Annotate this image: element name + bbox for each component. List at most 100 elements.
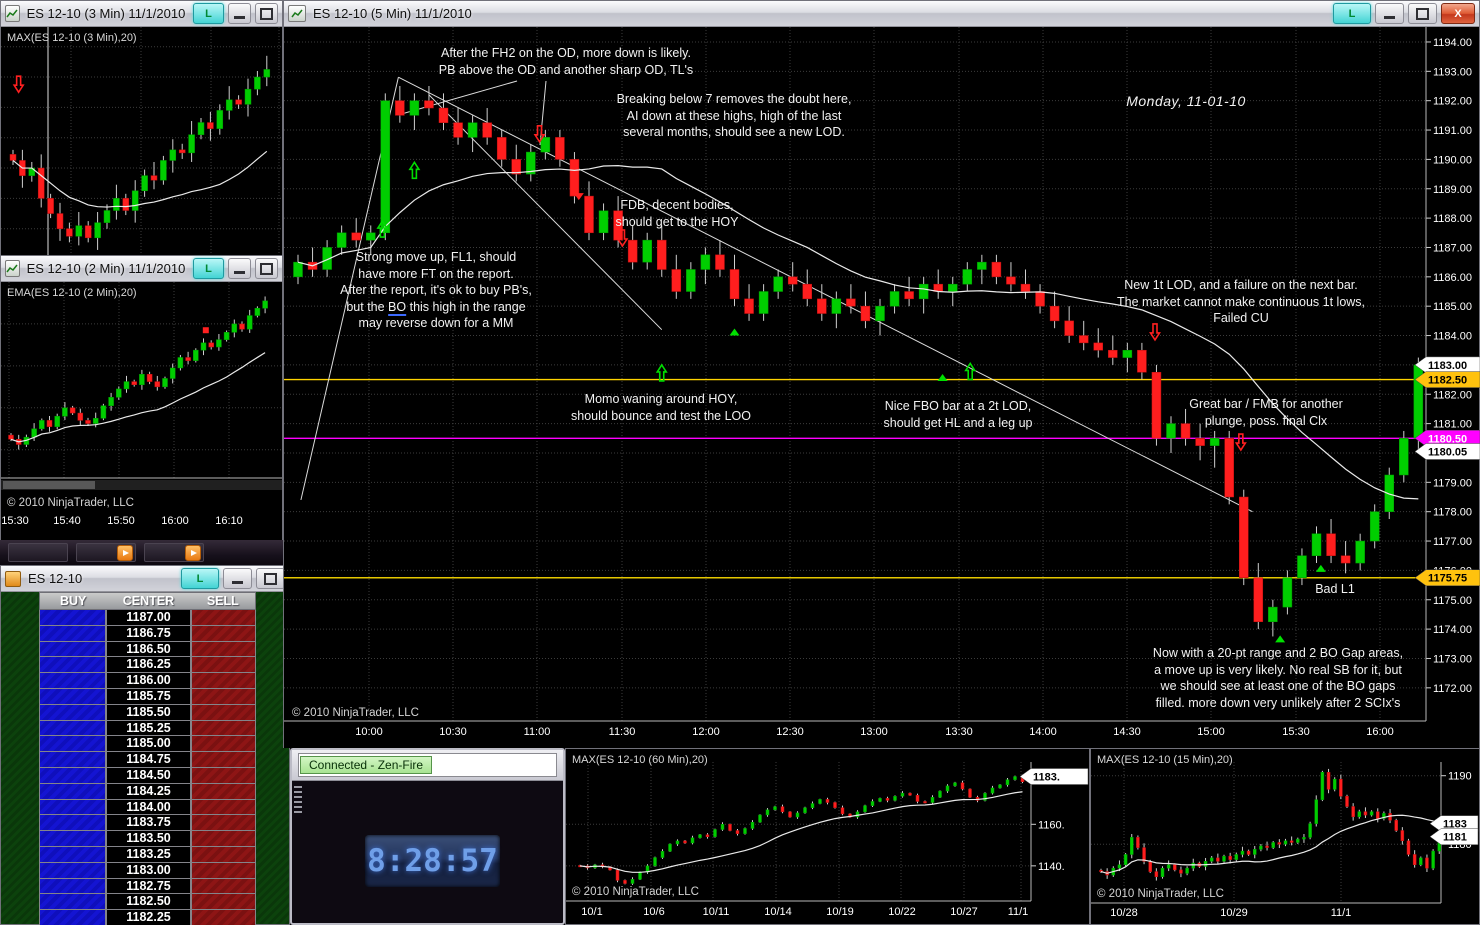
time-axis-label: 15:50 <box>107 515 135 527</box>
maximize-button[interactable] <box>255 258 278 279</box>
dom-sell-cell[interactable] <box>191 673 256 689</box>
price-axis-label: 1190 <box>1448 771 1472 783</box>
dom-price-cell: 1184.00 <box>106 800 191 816</box>
dom-buy-cell[interactable] <box>39 752 106 768</box>
dom-sell-cell[interactable] <box>191 768 256 784</box>
dom-price-cell: 1183.75 <box>106 815 191 831</box>
link-button[interactable]: L <box>1333 3 1371 24</box>
minimize-button[interactable] <box>223 568 252 589</box>
taskbar-thumbnail[interactable] <box>8 543 68 562</box>
dom-buy-cell[interactable] <box>39 847 106 863</box>
dom-buy-cell[interactable] <box>39 610 106 626</box>
titlebar-2min[interactable]: ES 12-10 (2 Min) 11/1/2010 L <box>1 256 282 282</box>
dom-buy-cell[interactable] <box>39 894 106 910</box>
dom-sell-cell[interactable] <box>191 752 256 768</box>
price-axis-label: 1173.00 <box>1433 653 1472 665</box>
time-axis-label: 16:10 <box>215 515 243 527</box>
window-chart-2min: ES 12-10 (2 Min) 11/1/2010 L 15:3015:401… <box>0 255 283 540</box>
price-axis-label: 1190.00 <box>1433 154 1472 166</box>
dom-buy-cell[interactable] <box>39 642 106 658</box>
dom-sell-cell[interactable] <box>191 657 256 673</box>
time-axis-label: 13:00 <box>860 726 888 738</box>
maximize-button[interactable] <box>256 568 285 589</box>
dom-buy-cell[interactable] <box>39 879 106 895</box>
dom-buy-cell[interactable] <box>39 768 106 784</box>
titlebar-dom[interactable]: ES 12-10 L <box>1 566 289 592</box>
titlebar-3min[interactable]: ES 12-10 (3 Min) 11/1/2010 L <box>1 1 282 27</box>
dom-buy-cell[interactable] <box>39 626 106 642</box>
dom-price-cell: 1185.00 <box>106 736 191 752</box>
dom-sell-cell[interactable] <box>191 879 256 895</box>
window-clock: Connected - Zen-Fire 8:28:57 <box>290 748 565 925</box>
chart-canvas-15min[interactable]: 1190118010/2810/2911/111831181MAX(ES 12-… <box>1091 749 1479 924</box>
dom-price-row: 1185.50 <box>39 705 256 721</box>
dom-sell-cell[interactable] <box>191 910 256 925</box>
dom-price-row: 1184.75 <box>39 752 256 768</box>
dom-sell-cell[interactable] <box>191 863 256 879</box>
dom-sell-cell[interactable] <box>191 610 256 626</box>
dom-buy-cell[interactable] <box>39 784 106 800</box>
dom-sell-cell[interactable] <box>191 736 256 752</box>
chart-canvas-2min[interactable]: 15:3015:4015:5016:0016:10EMA(ES 12-10 (2… <box>1 282 282 541</box>
time-axis-label: 10/14 <box>764 906 792 918</box>
price-axis-label: 1175.00 <box>1433 595 1472 607</box>
dom-price-cell: 1186.50 <box>106 642 191 658</box>
close-button[interactable]: X <box>1441 3 1475 24</box>
dom-sell-cell[interactable] <box>191 705 256 721</box>
dom-buy-cell[interactable] <box>39 705 106 721</box>
clock-time: 8:28:57 <box>367 843 498 879</box>
dom-buy-cell[interactable] <box>39 831 106 847</box>
dom-buy-cell[interactable] <box>39 657 106 673</box>
time-axis-label: 11/1 <box>1331 907 1352 919</box>
grip-handle[interactable] <box>294 786 302 816</box>
link-button[interactable]: L <box>181 568 219 589</box>
titlebar-main[interactable]: ES 12-10 (5 Min) 11/1/2010 L X <box>284 1 1479 27</box>
price-axis-label: 1179.00 <box>1433 477 1472 489</box>
price-axis-label: 1194.00 <box>1433 37 1472 49</box>
dom-body: BUY CENTER SELL 1187.001186.751186.50118… <box>1 592 289 924</box>
maximize-button[interactable] <box>1408 3 1437 24</box>
dom-sell-cell[interactable] <box>191 815 256 831</box>
dom-buy-cell[interactable] <box>39 673 106 689</box>
dom-sell-cell[interactable] <box>191 831 256 847</box>
minimize-button[interactable] <box>1375 3 1404 24</box>
dom-price-row: 1183.75 <box>39 815 256 831</box>
chart-canvas-3min[interactable]: MAX(ES 12-10 (3 Min),20) <box>1 27 282 256</box>
time-axis-label: 15:40 <box>53 515 81 527</box>
price-axis-label: 1140. <box>1038 861 1065 873</box>
dom-sell-cell[interactable] <box>191 626 256 642</box>
dom-buy-cell[interactable] <box>39 689 106 705</box>
price-axis-label: 1174.00 <box>1433 624 1472 636</box>
dom-ladder-body: 1187.001186.751186.501186.251186.001185.… <box>39 610 256 925</box>
dom-buy-cell[interactable] <box>39 910 106 925</box>
taskbar-thumbnail[interactable] <box>76 543 136 562</box>
dom-price-cell: 1183.50 <box>106 831 191 847</box>
time-axis-label: 10/11 <box>703 906 730 918</box>
time-axis-label: 11/1 <box>1008 906 1029 918</box>
dom-sell-cell[interactable] <box>191 689 256 705</box>
dom-buy-cell[interactable] <box>39 815 106 831</box>
dom-sell-cell[interactable] <box>191 784 256 800</box>
minimize-button[interactable] <box>228 258 251 279</box>
dom-sell-cell[interactable] <box>191 642 256 658</box>
time-axis-label: 10/29 <box>1220 907 1248 919</box>
link-button[interactable]: L <box>193 3 223 24</box>
dom-sell-cell[interactable] <box>191 721 256 737</box>
dom-sell-cell[interactable] <box>191 894 256 910</box>
chart-app-icon <box>5 260 20 277</box>
dom-sell-cell[interactable] <box>191 847 256 863</box>
dom-price-row: 1183.00 <box>39 863 256 879</box>
dom-buy-cell[interactable] <box>39 721 106 737</box>
digital-clock: 8:28:57 <box>365 835 500 887</box>
dom-sell-cell[interactable] <box>191 800 256 816</box>
maximize-button[interactable] <box>255 3 278 24</box>
link-button[interactable]: L <box>193 258 223 279</box>
chart-canvas-60min[interactable]: 1160.1140.10/110/610/1110/1410/1910/2210… <box>566 749 1089 924</box>
dom-buy-cell[interactable] <box>39 800 106 816</box>
dom-header-sell: SELL <box>191 593 255 609</box>
dom-buy-cell[interactable] <box>39 863 106 879</box>
chart-canvas-main[interactable]: 1194.001193.001192.001191.001190.001189.… <box>284 27 1480 749</box>
taskbar-thumbnail[interactable] <box>144 543 204 562</box>
dom-buy-cell[interactable] <box>39 736 106 752</box>
minimize-button[interactable] <box>228 3 251 24</box>
